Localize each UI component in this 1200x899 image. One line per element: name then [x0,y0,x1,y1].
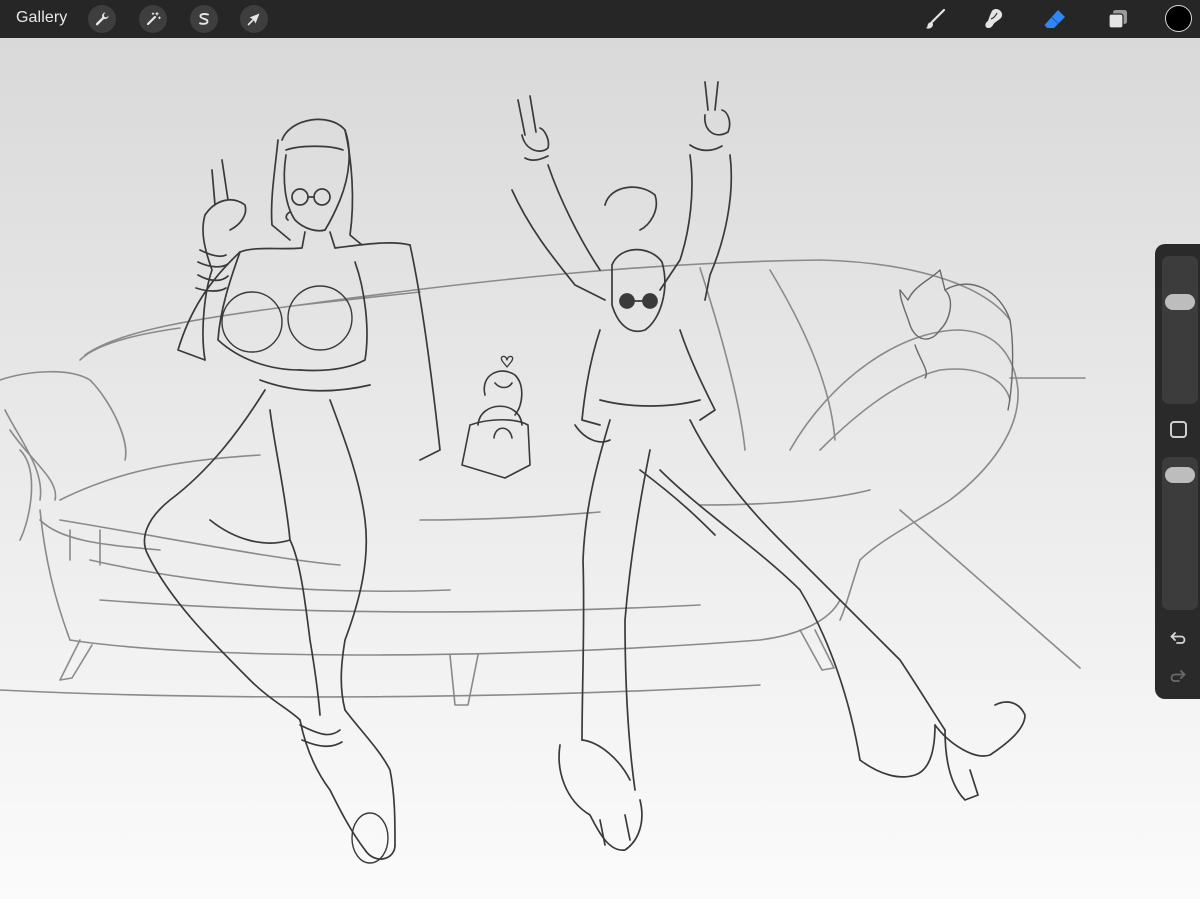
bag-sketch [461,355,531,479]
eraser-icon[interactable] [1041,5,1069,33]
sketch-artwork [0,81,1086,864]
adjustments-magic-wand-icon[interactable] [139,5,167,33]
opacity-slider-thumb[interactable] [1165,467,1195,483]
color-swatch[interactable] [1165,5,1192,32]
brush-size-slider[interactable] [1162,256,1198,404]
brush-icon[interactable] [921,5,949,33]
side-toolbar [1155,244,1200,699]
transform-arrow-icon[interactable] [240,5,268,33]
undo-arrow-icon[interactable] [1166,628,1190,648]
sofa-sketch [0,259,1086,706]
left-figure-sketch [143,118,441,864]
redo-arrow-icon[interactable] [1166,666,1190,686]
actions-wrench-icon[interactable] [88,5,116,33]
brush-size-slider-thumb[interactable] [1165,294,1195,310]
drawing-canvas[interactable] [0,38,1200,899]
opacity-slider[interactable] [1162,457,1198,610]
smudge-icon[interactable] [980,5,1008,33]
square-modify-icon[interactable] [1170,421,1187,438]
right-figure-sketch [511,81,1026,851]
selection-s-icon[interactable] [190,5,218,33]
top-toolbar: Gallery [0,0,1200,38]
cat-sketch [899,269,1014,411]
layers-icon[interactable] [1104,5,1132,33]
gallery-button[interactable]: Gallery [16,9,67,27]
